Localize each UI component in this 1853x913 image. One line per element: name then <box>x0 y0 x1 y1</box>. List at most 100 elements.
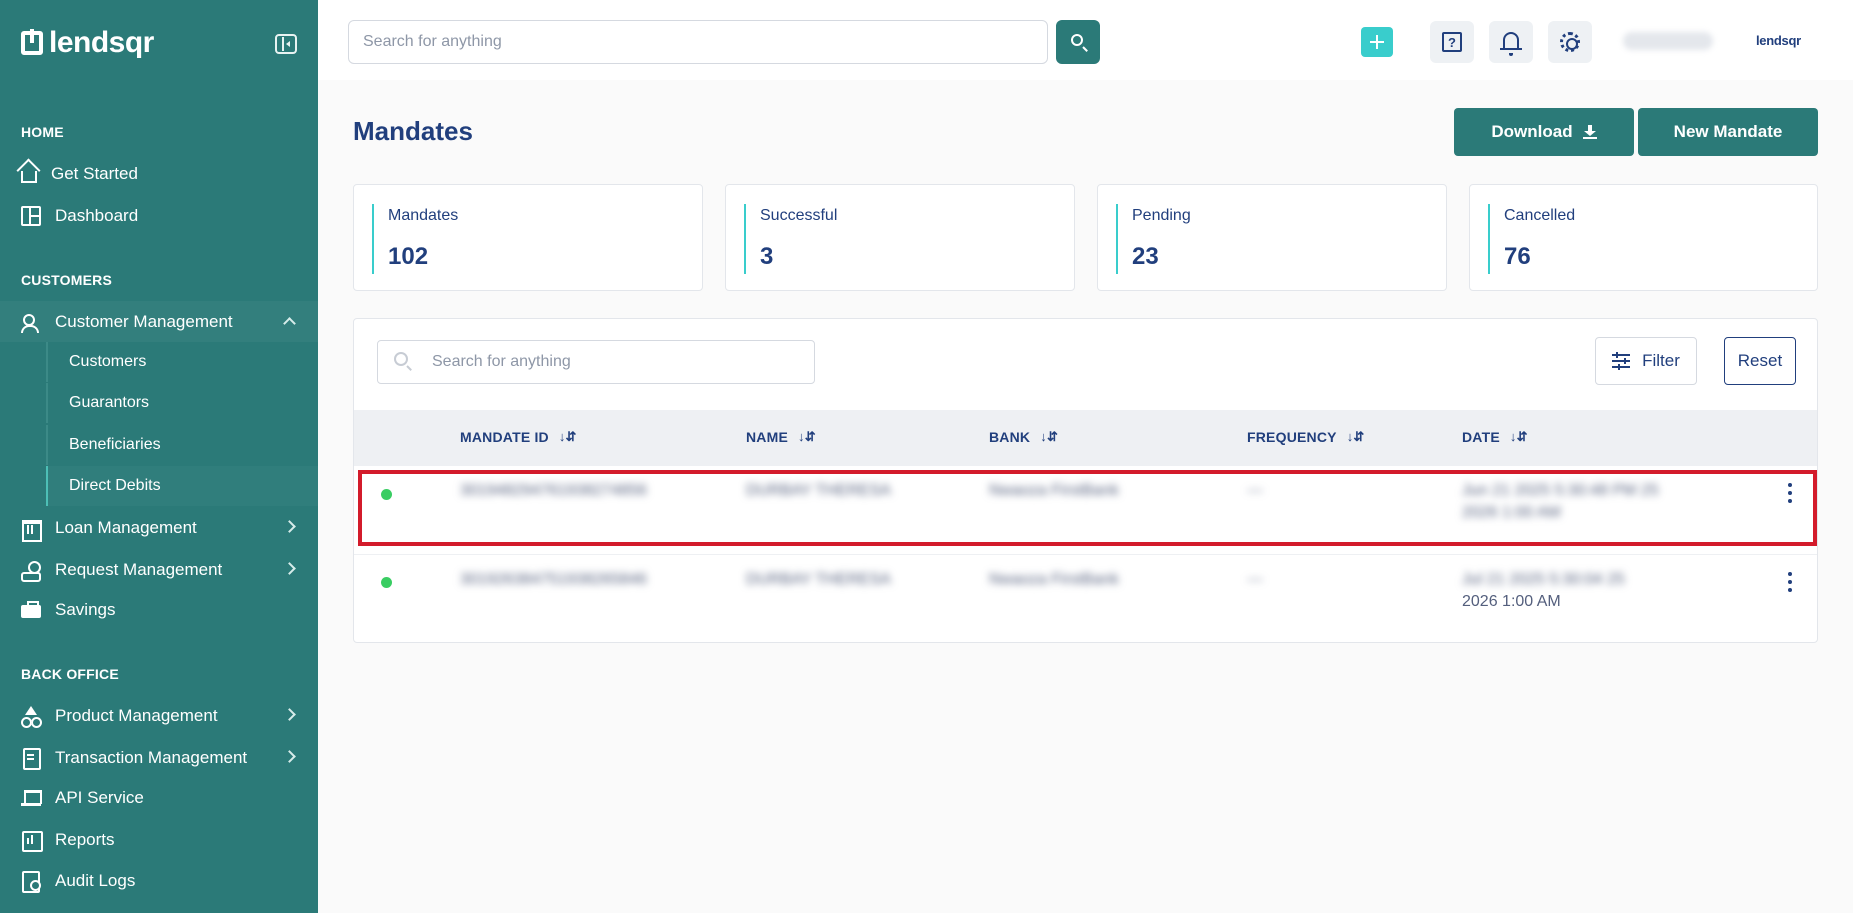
table-row[interactable]: 301948294761938274856 DURBAY THERESA Nwa… <box>354 466 1817 554</box>
add-icon[interactable] <box>1361 27 1393 57</box>
sidebar-item-label: Transaction Management <box>55 748 248 767</box>
sidebar-item-label: Customer Management <box>55 311 233 331</box>
table-search-input[interactable] <box>377 340 815 384</box>
reset-button[interactable]: Reset <box>1724 337 1796 385</box>
download-icon <box>1582 125 1597 139</box>
sidebar-subitem-beneficiaries[interactable]: Beneficiaries <box>46 425 318 465</box>
sidebar-item-product-management[interactable]: Product Management <box>0 696 318 736</box>
sidebar-item-label: Dashboard <box>55 206 139 225</box>
status-dot <box>381 577 392 588</box>
cell-date: Jul 21 2025 5:30:04 25 2026 1:00 AM <box>1462 569 1692 613</box>
stat-label: Successful <box>760 207 838 224</box>
settings-button[interactable] <box>1548 21 1592 63</box>
search-icon <box>394 352 408 366</box>
stat-card-mandates: Mandates 102 <box>353 184 703 291</box>
sidebar-item-label: Product Management <box>55 706 218 725</box>
column-header-name[interactable]: NAME ↓⇵ <box>746 429 816 445</box>
sidebar-item-reports[interactable]: Reports <box>0 820 318 860</box>
filter-icon <box>1612 352 1631 370</box>
sidebar: lendsqr HOME Get Started Dashboard CUSTO… <box>0 0 318 913</box>
sort-icon[interactable]: ↓⇵ <box>1040 429 1058 445</box>
help-button[interactable]: ? <box>1430 21 1474 63</box>
help-icon: ? <box>1442 32 1462 52</box>
chevron-right-icon <box>283 520 296 533</box>
sort-icon[interactable]: ↓⇵ <box>1347 429 1365 445</box>
stat-value: 76 <box>1504 243 1531 270</box>
sidebar-item-label: Get Started <box>51 164 138 183</box>
date-line: Jun 21 2025 5:30:48 PM 25 <box>1462 482 1659 499</box>
sidebar-item-get-started[interactable]: Get Started <box>0 154 318 194</box>
sidebar-item-label: API Service <box>55 788 144 807</box>
chevron-right-icon <box>283 750 296 763</box>
bell-icon <box>1500 32 1522 56</box>
column-header-mandate-id[interactable]: MANDATE ID ↓⇵ <box>460 429 577 445</box>
bank-icon <box>21 518 42 542</box>
date-line: 2026 1:00 AM <box>1462 504 1561 521</box>
column-header-frequency[interactable]: FREQUENCY ↓⇵ <box>1247 429 1365 445</box>
card-accent-bar <box>372 204 374 274</box>
section-label-home: HOME <box>21 124 64 140</box>
sidebar-item-loan-management[interactable]: Loan Management <box>0 508 318 548</box>
sidebar-item-transaction-management[interactable]: Transaction Management <box>0 738 318 778</box>
request-icon <box>21 560 41 582</box>
sort-icon[interactable]: ↓⇵ <box>559 429 577 445</box>
download-button[interactable]: Download <box>1454 108 1634 156</box>
home-icon <box>21 171 37 183</box>
table-row[interactable]: 301926384751938265846 DURBAY THERESA Nwa… <box>354 554 1817 642</box>
section-label-back-office: BACK OFFICE <box>21 666 119 682</box>
column-header-date[interactable]: DATE ↓⇵ <box>1462 429 1528 445</box>
sidebar-subitem-guarantors[interactable]: Guarantors <box>46 383 318 423</box>
mandates-table-panel: Filter Reset MANDATE ID ↓⇵ NAME ↓⇵ BANK … <box>353 318 1818 643</box>
column-header-bank[interactable]: BANK ↓⇵ <box>989 429 1058 445</box>
top-bar: ? lendsqr <box>318 0 1853 80</box>
card-accent-bar <box>1488 204 1490 274</box>
users-icon <box>21 312 41 333</box>
cell-bank: Nwaoza FirstBank <box>989 482 1119 499</box>
stat-value: 23 <box>1132 243 1159 270</box>
sidebar-item-label: Audit Logs <box>55 871 136 890</box>
document-icon <box>21 748 41 770</box>
sidebar-item-api-service[interactable]: API Service <box>0 778 318 818</box>
sidebar-item-label: Loan Management <box>55 518 197 537</box>
sidebar-item-audit-logs[interactable]: Audit Logs <box>0 861 318 901</box>
brand-name: lendsqr <box>49 26 154 59</box>
global-search-button[interactable] <box>1056 20 1100 64</box>
new-mandate-button[interactable]: New Mandate <box>1638 108 1818 156</box>
card-accent-bar <box>1116 204 1118 274</box>
sidebar-item-dashboard[interactable]: Dashboard <box>0 196 318 236</box>
stat-card-cancelled: Cancelled 76 <box>1469 184 1818 291</box>
stat-label: Mandates <box>388 207 459 224</box>
row-actions-icon[interactable] <box>1787 483 1793 503</box>
page-title: Mandates <box>353 116 473 146</box>
global-search-input[interactable] <box>348 20 1048 64</box>
stat-value: 102 <box>388 243 429 270</box>
sidebar-item-customer-management[interactable]: Customer Management <box>0 301 318 342</box>
sidebar-item-label: Request Management <box>55 560 223 579</box>
user-name-redacted[interactable] <box>1623 32 1713 50</box>
chevron-right-icon <box>283 562 296 575</box>
lendsqr-logo[interactable]: lendsqr <box>21 26 154 60</box>
reports-icon <box>21 830 43 852</box>
chevron-right-icon <box>283 708 296 721</box>
org-logo[interactable]: lendsqr <box>1756 33 1801 48</box>
notifications-button[interactable] <box>1489 21 1533 63</box>
collapse-sidebar-icon[interactable] <box>275 34 297 54</box>
sort-icon[interactable]: ↓⇵ <box>798 429 816 445</box>
gear-icon <box>1560 32 1580 52</box>
date-line: Jul 21 2025 5:30:04 25 <box>1462 571 1625 588</box>
sidebar-item-request-management[interactable]: Request Management <box>0 550 318 590</box>
filter-button[interactable]: Filter <box>1595 337 1697 385</box>
sidebar-item-savings[interactable]: Savings <box>0 590 318 630</box>
dashboard-icon <box>21 206 41 226</box>
cell-date: Jun 21 2025 5:30:48 PM 25 2026 1:00 AM <box>1462 480 1692 524</box>
sidebar-item-label: Reports <box>55 830 115 849</box>
status-dot <box>381 489 392 500</box>
section-label-customers: CUSTOMERS <box>21 272 112 288</box>
search-icon <box>1071 34 1083 46</box>
table-header: MANDATE ID ↓⇵ NAME ↓⇵ BANK ↓⇵ FREQUENCY … <box>354 410 1817 466</box>
sidebar-subitem-direct-debits[interactable]: Direct Debits <box>46 466 318 506</box>
sort-icon[interactable]: ↓⇵ <box>1510 429 1528 445</box>
cell-mandate-id: 301926384751938265846 <box>460 571 647 588</box>
row-actions-icon[interactable] <box>1787 572 1793 592</box>
sidebar-subitem-customers[interactable]: Customers <box>46 342 318 382</box>
